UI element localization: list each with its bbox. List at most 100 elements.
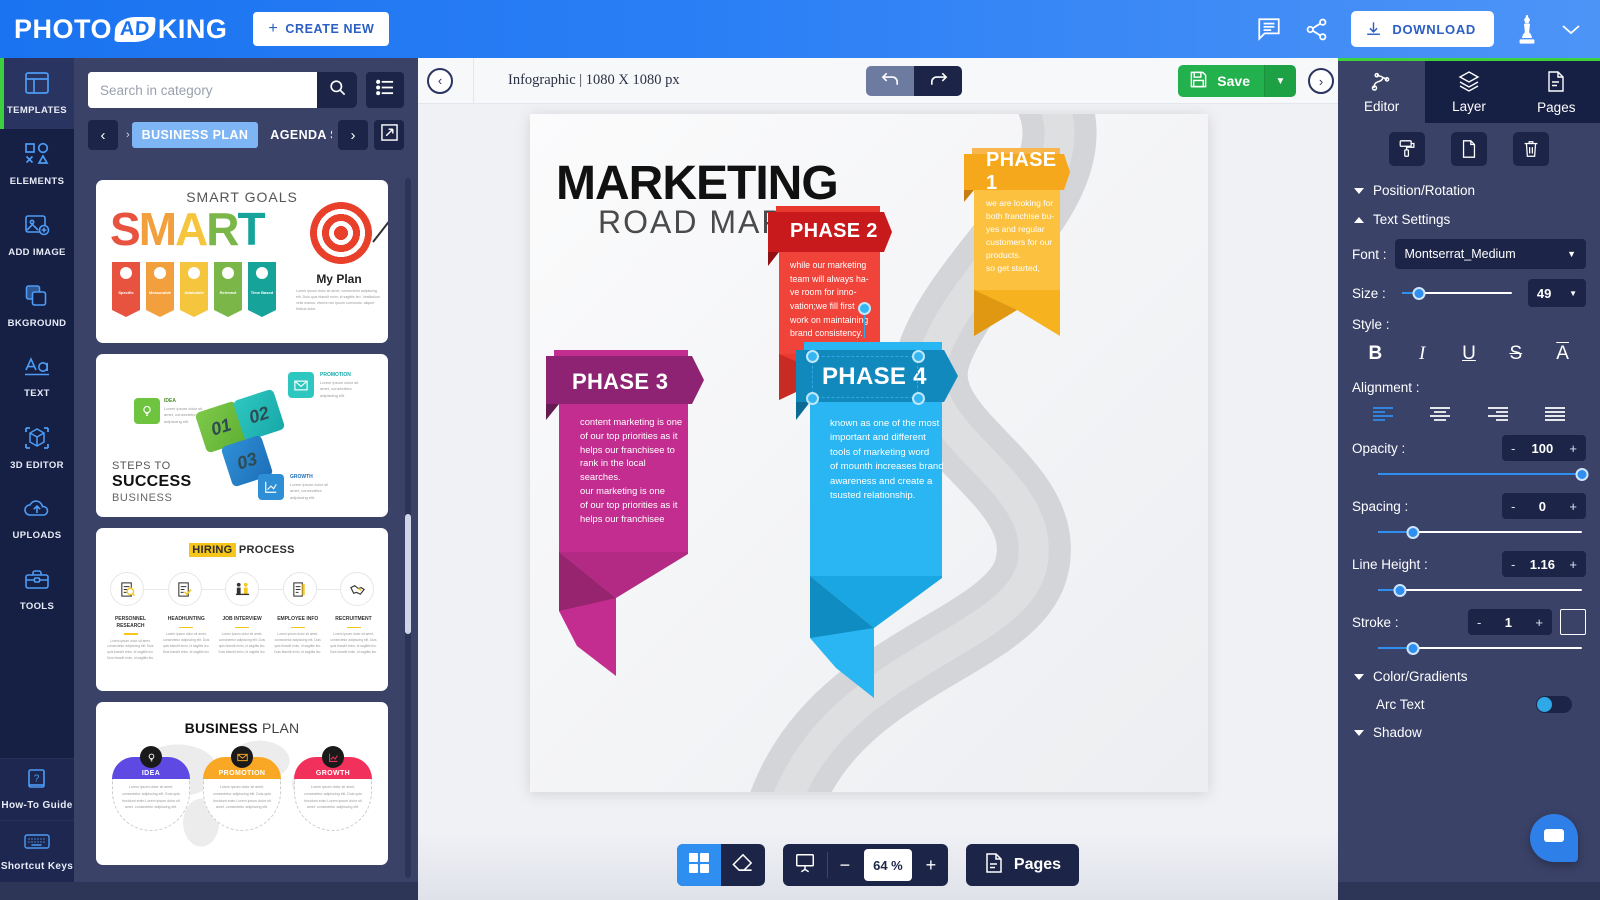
panel-scrollbar-thumb[interactable] [405, 514, 411, 634]
line-height-stepper[interactable]: - 1.16 + [1502, 551, 1586, 577]
collapse-left-panel-button[interactable]: ‹ [427, 67, 453, 94]
underline-icon[interactable]: U [1455, 343, 1483, 365]
undo-button[interactable] [866, 66, 914, 96]
template-thumb-steps-to-success[interactable]: 01 02 03 IDEA Lorem ipsum dolor sit amet… [96, 354, 388, 517]
create-new-button[interactable]: + CREATE NEW [253, 12, 390, 46]
selection-handle-tl[interactable] [806, 350, 819, 363]
size-slider[interactable] [1401, 286, 1512, 300]
zoom-in-button[interactable]: + [914, 844, 948, 886]
section-shadow[interactable]: Shadow [1338, 718, 1600, 747]
slider-knob[interactable] [1393, 583, 1407, 597]
align-left-icon[interactable] [1370, 406, 1396, 422]
design-subtitle[interactable]: ROAD MAP [598, 206, 785, 238]
plus-button[interactable]: + [1569, 499, 1577, 514]
redo-button[interactable] [914, 66, 962, 96]
sidebar-item-how-to-guide[interactable]: ? How-To Guide [0, 758, 74, 820]
sidebar-item-text[interactable]: TEXT [0, 342, 74, 413]
design-canvas[interactable]: MARKETING ROAD MAP PHASE 1 we are lookin… [530, 114, 1208, 792]
spacing-stepper[interactable]: - 0 + [1502, 493, 1586, 519]
sidebar-item-tools[interactable]: TOOLS [0, 555, 74, 626]
duplicate-icon[interactable] [1451, 132, 1487, 166]
slider-knob[interactable] [1406, 525, 1420, 539]
tab-layer[interactable]: Layer [1425, 61, 1513, 123]
phase-4-body[interactable]: known as one of the most important and d… [816, 408, 956, 513]
section-position-rotation[interactable]: Position/Rotation [1338, 176, 1600, 205]
plus-button[interactable]: + [1569, 441, 1577, 456]
stroke-slider[interactable] [1378, 641, 1582, 655]
presentation-button[interactable] [783, 844, 827, 886]
selection-handle-tr[interactable] [912, 350, 925, 363]
minus-button[interactable]: - [1511, 441, 1515, 456]
save-button[interactable]: Save [1178, 65, 1264, 97]
category-chip-business-plan[interactable]: BUSINESS PLAN [131, 122, 259, 148]
sidebar-item-templates[interactable]: TEMPLATES [0, 58, 74, 129]
stroke-color-swatch[interactable] [1560, 609, 1586, 635]
plus-button[interactable]: + [1535, 615, 1543, 630]
bold-icon[interactable]: B [1361, 343, 1389, 365]
align-justify-icon[interactable] [1542, 406, 1568, 422]
spacing-slider[interactable] [1378, 525, 1582, 539]
chat-support-button[interactable] [1530, 814, 1578, 862]
slider-knob[interactable] [1412, 286, 1426, 300]
download-button[interactable]: DOWNLOAD [1351, 11, 1494, 47]
grid-toggle-button[interactable] [676, 844, 721, 886]
category-prev-button[interactable]: ‹ [88, 120, 118, 150]
phase-2-body[interactable]: while our marketing team will always ha-… [776, 250, 890, 351]
slider-knob[interactable] [1406, 641, 1420, 655]
opacity-stepper[interactable]: - 100 + [1502, 435, 1586, 461]
panel-scrollbar[interactable] [405, 178, 411, 878]
crown-pawn-icon[interactable] [1516, 14, 1538, 44]
font-select[interactable]: Montserrat_Medium ▼ [1394, 239, 1586, 269]
chevron-down-icon[interactable] [1560, 22, 1582, 36]
category-expand-button[interactable] [374, 120, 404, 150]
minus-button[interactable]: - [1511, 557, 1515, 572]
sidebar-item-shortcut-keys[interactable]: Shortcut Keys [0, 820, 74, 882]
selection-handle-bl[interactable] [806, 392, 819, 405]
plus-button[interactable]: + [1569, 557, 1577, 572]
line-height-slider[interactable] [1378, 583, 1582, 597]
selection-handle-br[interactable] [912, 392, 925, 405]
opacity-slider[interactable] [1378, 467, 1589, 481]
category-next-button[interactable]: › [338, 120, 368, 150]
strikethrough-icon[interactable]: S [1502, 343, 1530, 365]
minus-button[interactable]: - [1477, 615, 1481, 630]
align-center-icon[interactable] [1427, 406, 1453, 422]
trash-icon[interactable] [1513, 132, 1549, 166]
template-thumb-business-plan[interactable]: BUSINESS PLAN IDEA Lorem ipsum dolor sit… [96, 702, 388, 865]
eraser-button[interactable] [721, 844, 765, 886]
category-chip-agenda-slide[interactable]: AGENDA SLIDE [260, 122, 332, 148]
tab-pages[interactable]: Pages [1512, 61, 1600, 123]
arc-text-toggle[interactable] [1536, 696, 1572, 713]
phase-3-body[interactable]: content marketing is one of our top prio… [566, 406, 698, 536]
section-color-gradients[interactable]: Color/Gradients [1338, 662, 1600, 691]
italic-icon[interactable]: I [1408, 343, 1436, 365]
overline-icon[interactable]: A [1549, 343, 1577, 365]
stroke-stepper[interactable]: - 1 + [1468, 609, 1552, 635]
feedback-icon[interactable] [1256, 16, 1282, 42]
phase-2-heading[interactable]: PHASE 2 [790, 212, 878, 250]
align-right-icon[interactable] [1485, 406, 1511, 422]
photoadking-logo[interactable]: PHOTO AD KING [14, 14, 227, 45]
phase-3-heading[interactable]: PHASE 3 [572, 362, 668, 402]
pages-button[interactable]: Pages [965, 844, 1080, 886]
sidebar-item-3d-editor[interactable]: 3D EDITOR [0, 413, 74, 484]
sidebar-item-add-image[interactable]: ADD IMAGE [0, 200, 74, 271]
sidebar-item-bkground[interactable]: BKGROUND [0, 271, 74, 342]
phase-4-heading[interactable]: PHASE 4 [822, 356, 927, 398]
template-thumb-smart-goals[interactable]: SMART GOALS SMART Specific Measurable At… [96, 180, 388, 343]
template-thumb-hiring-process[interactable]: HIRING PROCESS PERSONNEL RESEARCH Lorem … [96, 528, 388, 691]
section-text-settings[interactable]: Text Settings [1338, 205, 1600, 234]
phase-1-body[interactable]: we are looking for both franchise bu- ye… [972, 188, 1070, 284]
rotation-handle[interactable] [858, 302, 871, 315]
phase-1-heading[interactable]: PHASE 1 [986, 149, 1072, 194]
canvas-stage[interactable]: MARKETING ROAD MAP PHASE 1 we are lookin… [418, 104, 1338, 882]
sidebar-item-uploads[interactable]: UPLOADS [0, 484, 74, 555]
size-value-box[interactable]: 49 ▼ [1528, 279, 1586, 307]
search-button[interactable] [317, 72, 357, 108]
save-dropdown-button[interactable]: ▼ [1264, 65, 1296, 97]
list-view-button[interactable] [366, 72, 404, 108]
slider-knob[interactable] [1575, 467, 1589, 481]
share-icon[interactable] [1304, 17, 1329, 42]
tab-editor[interactable]: Editor [1338, 61, 1426, 123]
sidebar-item-elements[interactable]: ELEMENTS [0, 129, 74, 200]
